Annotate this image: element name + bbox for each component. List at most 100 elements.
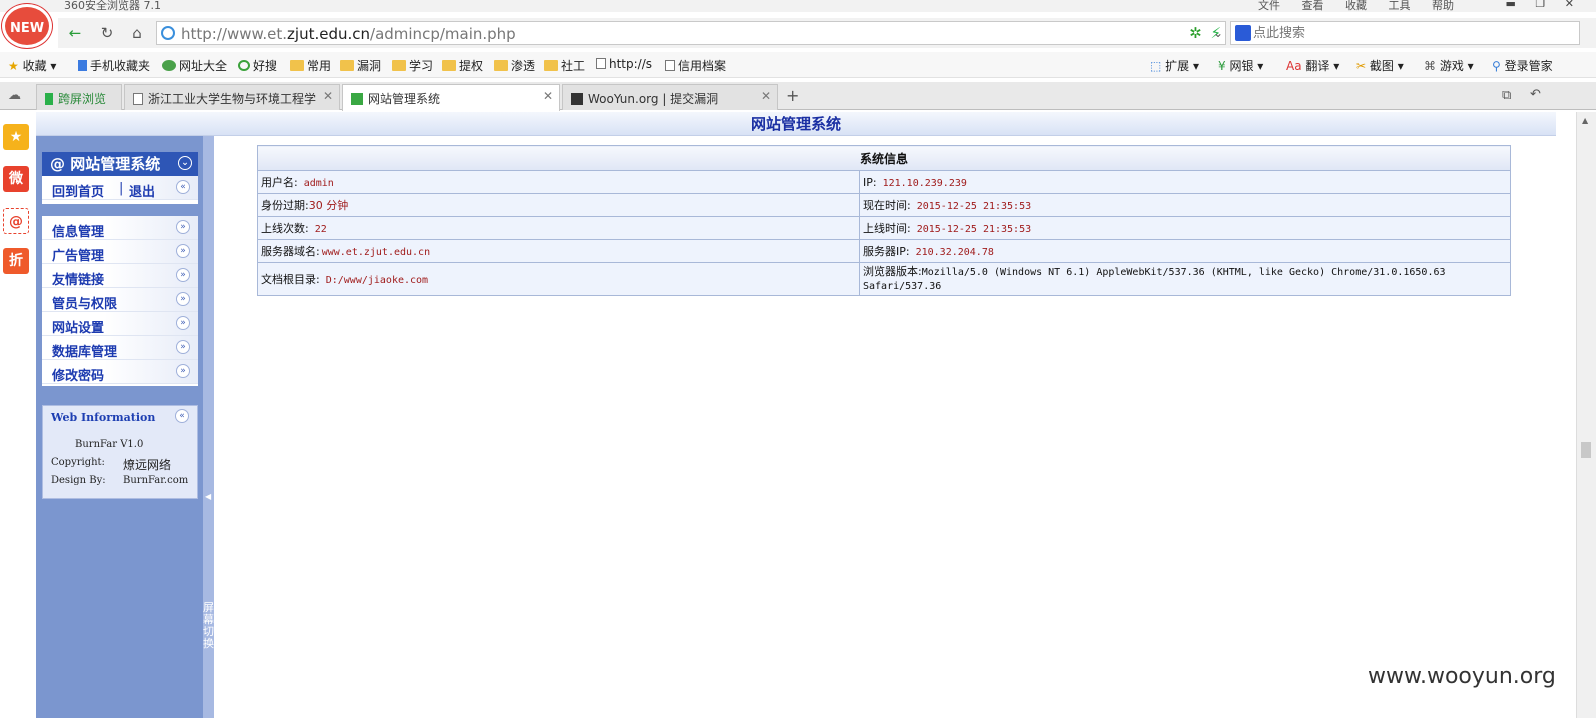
menu-favorites[interactable]: 收藏: [1345, 0, 1367, 12]
tab-bar: ☁ 跨屏浏览 浙江工业大学生物与环境工程学 ✕ 网站管理系统 ✕ WooYun.or…: [0, 82, 1596, 111]
admin-menu: 信息管理» 广告管理» 友情链接» 管员与权限» 网站设置» 数据库管理» 修改…: [42, 216, 198, 386]
menu-tools[interactable]: 工具: [1389, 0, 1411, 12]
url-text[interactable]: http://www.et.zjut.edu.cn/admincp/main.p…: [181, 25, 516, 43]
security-icon[interactable]: ✲: [1189, 24, 1202, 42]
design-value: BurnFar.com: [123, 475, 189, 486]
tab-list-icon[interactable]: ⧉: [1502, 88, 1511, 103]
logout-link[interactable]: 退出: [129, 181, 155, 200]
menu-bar: 文件 查看 收藏 工具 帮助: [1258, 0, 1472, 13]
app-title: 360安全浏览器 7.1: [64, 0, 161, 12]
tab-wooyun[interactable]: WooYun.org | 提交漏洞 ✕: [562, 84, 778, 110]
collapse-left-icon[interactable]: ◀: [205, 492, 211, 501]
copyright-value: 燎远网络: [123, 458, 172, 472]
tab-zjut[interactable]: 浙江工业大学生物与环境工程学 ✕: [124, 84, 340, 110]
menu-item-info[interactable]: 信息管理»: [42, 216, 198, 240]
login-manager-button[interactable]: ⚲ 登录管家: [1492, 57, 1553, 74]
menu-item-admins[interactable]: 管员与权限»: [42, 288, 198, 312]
screen-toggle-label[interactable]: 屏幕切换: [203, 602, 214, 650]
star-icon[interactable]: ★: [3, 124, 29, 150]
expand-icon[interactable]: »: [176, 244, 190, 258]
table-cell: 上线时间: 2015-12-25 21:35:53: [859, 216, 1511, 240]
new-badge[interactable]: NEW: [2, 4, 52, 48]
expand-icon[interactable]: »: [176, 364, 190, 378]
back-icon[interactable]: ←: [64, 24, 86, 42]
menu-item-password[interactable]: 修改密码»: [42, 360, 198, 384]
new-tab-button[interactable]: +: [786, 86, 799, 105]
web-info-title: Web Information: [51, 411, 156, 424]
design-label: Design By:: [51, 475, 106, 486]
close-tab-icon[interactable]: ✕: [761, 89, 771, 103]
bookmark-folder-privesc[interactable]: 提权: [442, 57, 483, 74]
screen-toggle-splitter[interactable]: ◀ 屏幕切换: [203, 136, 214, 718]
globe-icon: [161, 26, 175, 40]
table-cell: 用户名: admin: [257, 170, 860, 194]
expand-icon[interactable]: »: [176, 268, 190, 282]
bookmark-mobile[interactable]: 手机收藏夹: [78, 57, 150, 74]
search-box[interactable]: ⌄: [1213, 21, 1580, 45]
bookmark-folder-common[interactable]: 常用: [290, 57, 331, 74]
web-information-panel: Web Information « BurnFar V1.0 Copyright…: [42, 405, 198, 499]
collapse-icon[interactable]: «: [176, 180, 190, 194]
tab-admin[interactable]: 网站管理系统 ✕: [342, 84, 560, 111]
vertical-scrollbar[interactable]: ▲: [1576, 112, 1596, 718]
title-bar: 360安全浏览器 7.1 文件 查看 收藏 工具 帮助 ▬ ❐ ✕: [0, 0, 1596, 12]
page-viewport: 网站管理系统 @ 网站管理系统 ⌄ 回到首页 | 退出 « 信息管理» 广告管理…: [36, 112, 1576, 718]
search-engine-icon[interactable]: [1235, 25, 1251, 41]
restore-button[interactable]: ❐: [1535, 0, 1545, 10]
search-input[interactable]: [1253, 24, 1553, 42]
expand-icon[interactable]: »: [176, 292, 190, 306]
bookmark-folder-vuln[interactable]: 漏洞: [340, 57, 381, 74]
expand-icon[interactable]: »: [176, 220, 190, 234]
close-tab-icon[interactable]: ✕: [543, 89, 553, 103]
navigation-bar: ← ↻ ⌂ http://www.et.zjut.edu.cn/admincp/…: [58, 18, 1596, 48]
discount-icon[interactable]: 折: [3, 248, 29, 274]
games-button[interactable]: ⌘ 游戏 ▾: [1424, 57, 1474, 74]
bank-button[interactable]: ¥ 网银 ▾: [1218, 57, 1263, 74]
minimize-button[interactable]: ▬: [1506, 0, 1516, 10]
admin-sidebar: @ 网站管理系统 ⌄ 回到首页 | 退出 « 信息管理» 广告管理» 友情链接»…: [36, 136, 203, 718]
table-row: 服务器域名: www.et.zjut.edu.cn 服务器IP: 210.32.20…: [257, 239, 1511, 263]
bookmark-credit[interactable]: 信用档案: [665, 57, 726, 74]
bookmark-haosou[interactable]: 好搜: [238, 57, 277, 74]
table-row: 文档根目录: D:/www/jiaoke.com 浏览器版本:Mozilla/5.…: [257, 262, 1511, 296]
home-link[interactable]: 回到首页: [52, 181, 104, 200]
bookmark-folder-social[interactable]: 社工: [544, 57, 585, 74]
scroll-thumb[interactable]: [1581, 442, 1591, 458]
extensions-button[interactable]: ⬚ 扩展 ▾: [1150, 57, 1199, 74]
menu-view[interactable]: 查看: [1302, 0, 1324, 12]
close-tab-icon[interactable]: ✕: [323, 89, 333, 103]
favorites-menu[interactable]: ★ 收藏 ▾: [8, 57, 56, 74]
weibo-icon[interactable]: 微: [3, 166, 29, 192]
table-cell: IP: 121.10.239.239: [859, 170, 1511, 194]
scroll-up-icon[interactable]: ▲: [1582, 116, 1588, 125]
bookmark-folder-pentest[interactable]: 渗透: [494, 57, 535, 74]
menu-item-database[interactable]: 数据库管理»: [42, 336, 198, 360]
home-icon[interactable]: ⌂: [126, 24, 148, 42]
mail-icon[interactable]: @: [3, 208, 29, 234]
bookmark-folder-study[interactable]: 学习: [392, 57, 433, 74]
bookmark-http[interactable]: http://s: [596, 57, 652, 71]
home-logout-row: 回到首页 | 退出 «: [42, 176, 198, 200]
expand-icon[interactable]: »: [176, 340, 190, 354]
close-window-button[interactable]: ✕: [1565, 0, 1574, 10]
bookmark-site-nav[interactable]: 网址大全: [162, 57, 227, 74]
menu-item-ads[interactable]: 广告管理»: [42, 240, 198, 264]
translate-button[interactable]: Aa 翻译 ▾: [1286, 57, 1339, 74]
chevron-down-icon[interactable]: ⌄: [1213, 26, 1223, 40]
undo-close-icon[interactable]: ↶: [1530, 87, 1541, 102]
table-cell: 上线次数: 22: [257, 216, 860, 240]
expand-icon[interactable]: »: [176, 316, 190, 330]
menu-item-links[interactable]: 友情链接»: [42, 264, 198, 288]
split-screen-button[interactable]: 跨屏浏览: [36, 84, 122, 110]
menu-help[interactable]: 帮助: [1432, 0, 1454, 12]
address-bar[interactable]: http://www.et.zjut.edu.cn/admincp/main.p…: [156, 21, 1226, 45]
menu-item-settings[interactable]: 网站设置»: [42, 312, 198, 336]
refresh-icon[interactable]: ↻: [96, 24, 118, 42]
collapse-icon[interactable]: ⌄: [178, 156, 192, 170]
cloud-icon[interactable]: ☁: [8, 88, 21, 103]
table-row: 用户名: admin IP: 121.10.239.239: [257, 170, 1511, 194]
menu-file[interactable]: 文件: [1258, 0, 1280, 12]
table-cell: 浏览器版本:Mozilla/5.0 (Windows NT 6.1) Apple…: [859, 262, 1511, 296]
collapse-icon[interactable]: «: [175, 409, 189, 423]
screenshot-button[interactable]: ✂ 截图 ▾: [1356, 57, 1404, 74]
